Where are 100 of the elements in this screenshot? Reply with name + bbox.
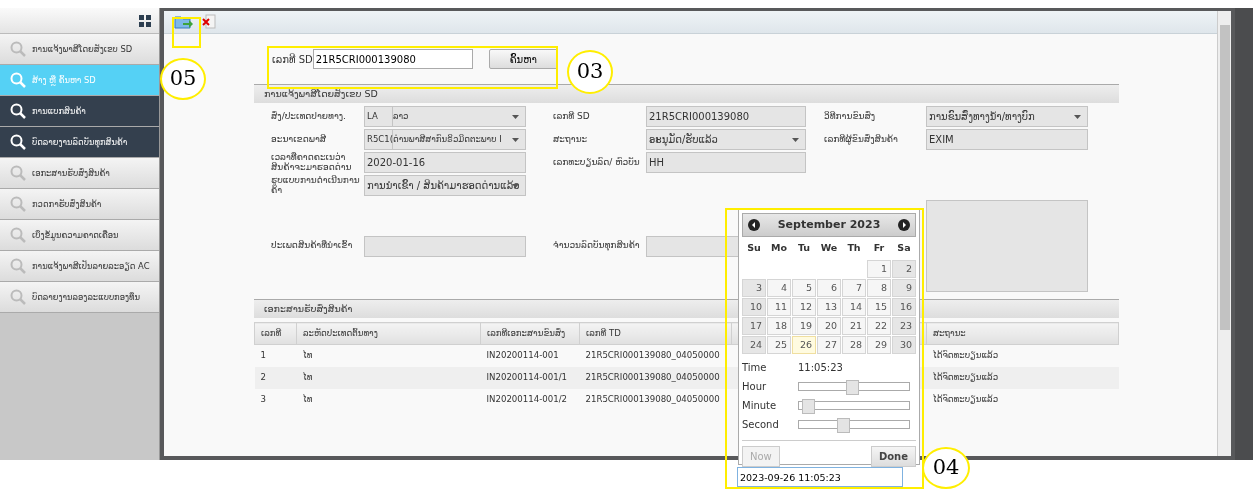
input-field[interactable]: 21R5CRI000139080 xyxy=(646,106,806,127)
field-label: ວິທີການຂົນສົ່ງ xyxy=(824,111,877,122)
slider-thumb[interactable] xyxy=(837,418,850,433)
slider-thumb[interactable] xyxy=(801,399,815,414)
table-cell: ໄທ xyxy=(296,388,481,411)
sidebar-item[interactable]: ກວດກາຮັບສົ່ງສິນຄ້າ xyxy=(0,189,159,220)
next-icon[interactable] xyxy=(898,219,910,231)
select-field[interactable]: ການນຳເຂົ້າ / ສິນຄ້າມາຮອດດ່ານແລ້ວ xyxy=(364,175,526,196)
day-cell[interactable]: 5 xyxy=(792,279,816,297)
search-icon xyxy=(10,227,26,243)
day-cell[interactable]: 4 xyxy=(767,279,791,297)
field-label: ສົ່ງ/ປະເທດປາຍທາງ. xyxy=(271,111,347,122)
select-field[interactable]: ອະນຸມັດ/ຮັບແລ້ວ xyxy=(646,129,806,150)
sidebar-item[interactable]: ການແຈ້ງພາສີໂດຍສັງເຂບ SD xyxy=(0,34,159,65)
day-cell[interactable]: 21 xyxy=(842,317,866,335)
search-icon xyxy=(10,134,26,150)
table-cell: IN20200114-001/2 xyxy=(480,388,580,411)
search-icon xyxy=(10,165,26,181)
column-header: ລະຫັດປະເທດຕົ້ນທາງ xyxy=(296,322,481,345)
day-cell[interactable]: 26 xyxy=(792,336,816,354)
weekday-label: Su xyxy=(746,241,762,255)
folder-arrow-icon[interactable] xyxy=(174,14,194,30)
day-cell[interactable]: 23 xyxy=(892,317,916,335)
date-input[interactable]: 2023-09-26 11:05:23 xyxy=(737,467,903,487)
sidebar-item[interactable]: ການແຈ້ງພາສີເປັນລາຍລະອຽດ AC xyxy=(0,251,159,282)
day-cell[interactable]: 30 xyxy=(892,336,916,354)
text-area[interactable] xyxy=(926,200,1088,292)
day-cell[interactable]: 29 xyxy=(867,336,891,354)
day-cell[interactable]: 11 xyxy=(767,298,791,316)
day-cell[interactable]: 2 xyxy=(892,260,916,278)
sidebar-item[interactable]: ບົດລາຍງານລອງລະແບບກອງທຶນ xyxy=(0,282,159,313)
day-cell[interactable]: 6 xyxy=(817,279,841,297)
search-icon xyxy=(10,289,26,305)
day-cell[interactable]: 19 xyxy=(792,317,816,335)
day-cell[interactable]: 8 xyxy=(867,279,891,297)
day-cell[interactable]: 9 xyxy=(892,279,916,297)
sidebar-item[interactable]: ບົດລາຍງານລົດບັນທຸກສິນຄ້າ xyxy=(0,127,159,158)
column-header: ເລກທີ xyxy=(254,322,297,345)
input-field[interactable] xyxy=(364,235,526,257)
day-cell[interactable]: 13 xyxy=(817,298,841,316)
day-cell[interactable]: 10 xyxy=(742,298,766,316)
day-cell[interactable]: 7 xyxy=(842,279,866,297)
table-cell: 21R5CRI000139080_04050000 xyxy=(579,388,732,411)
field-label: ເລກທີຜູ້ຂົນສົ່ງສິນຄ້າ xyxy=(824,134,899,145)
search-field[interactable]: 21R5CRI000139080 xyxy=(312,49,473,69)
table-cell: 2 xyxy=(254,366,297,389)
caret-icon xyxy=(1074,115,1081,119)
input-field[interactable]: EXIM xyxy=(926,129,1088,150)
search-icon xyxy=(10,72,26,88)
search-icon xyxy=(10,103,26,119)
day-cell[interactable]: 24 xyxy=(742,336,766,354)
day-cell[interactable]: 14 xyxy=(842,298,866,316)
day-cell[interactable]: 3 xyxy=(742,279,766,297)
table-cell: IN20200114-001 xyxy=(480,344,580,367)
day-cell[interactable]: 15 xyxy=(867,298,891,316)
delete-icon[interactable] xyxy=(202,14,216,30)
field-label: ເລກທີ SD xyxy=(272,52,313,67)
field-label: ເວລາທີ່ຄາດຄະເນວ່າສິນຄ້າຈະມາຮອດດ່ານ xyxy=(271,153,353,172)
prev-icon[interactable] xyxy=(748,219,760,231)
weekday-label: Mo xyxy=(770,241,788,255)
day-cell[interactable]: 20 xyxy=(817,317,841,335)
field-label: ເລກທີ SD xyxy=(553,111,591,122)
scrollbar-thumb[interactable] xyxy=(1219,25,1230,330)
select-field[interactable]: LA ລາວ xyxy=(364,106,526,127)
day-cell[interactable]: 28 xyxy=(842,336,866,354)
day-cell[interactable]: 18 xyxy=(767,317,791,335)
weekday-label: Fr xyxy=(872,241,886,255)
done-button[interactable]: Done xyxy=(870,446,916,467)
weekday-label: We xyxy=(819,241,839,255)
day-cell[interactable]: 17 xyxy=(742,317,766,335)
day-cell[interactable]: 25 xyxy=(767,336,791,354)
field-label: ເລກທະບຽນລົດ/ ຫົວບັນ xyxy=(553,157,641,168)
grid-icon[interactable] xyxy=(139,14,151,27)
day-cell[interactable]: 1 xyxy=(867,260,891,278)
time-label: Time xyxy=(742,361,768,375)
day-cell[interactable]: 12 xyxy=(792,298,816,316)
sidebar-item[interactable]: ເອກະສານຮັບສົ່ງສິນຄ້າ xyxy=(0,158,159,189)
table-cell: ໄດ້ຈົດທະບຽນແລ້ວ xyxy=(926,366,1119,389)
table-cell: 3 xyxy=(254,388,297,411)
input-field[interactable]: HH xyxy=(646,152,806,173)
weekday-label: Sa xyxy=(896,241,912,255)
day-cell[interactable]: 22 xyxy=(867,317,891,335)
table-cell: IN20200114-001/1 xyxy=(480,366,580,389)
input-field[interactable]: 2020-01-16 xyxy=(364,152,526,173)
sidebar-item[interactable]: ການແບກສິນຄ້າ xyxy=(0,96,159,127)
select-field[interactable]: ການຂົນສົ່ງທາງນ້ຳ/ທາງບົກ xyxy=(926,106,1088,127)
table-cell: 1 xyxy=(254,344,297,367)
table-cell: 21R5CRI000139080_04050000 xyxy=(579,366,732,389)
day-cell[interactable]: 16 xyxy=(892,298,916,316)
column-header: ສະຖານະ xyxy=(926,322,1119,345)
day-cell[interactable]: 27 xyxy=(817,336,841,354)
field-label: ຈຳນວນລົດບັນທຸກສິນຄ້າ xyxy=(553,241,641,251)
caret-icon xyxy=(512,115,519,119)
search-icon xyxy=(10,258,26,274)
table-cell: ໄດ້ຈົດທະບຽນແລ້ວ xyxy=(926,388,1119,411)
sidebar-item[interactable]: ເບິ່ງຂໍ້ມູນຄວາມຄາດເຄື່ອນ xyxy=(0,220,159,251)
select-field[interactable]: R5C1(ດ່ານພາສີສາກົນຣິວມິດຕະພາບ I xyxy=(364,129,526,150)
search-button[interactable]: ຄົ້ນຫາ xyxy=(488,49,558,69)
slider-label: Second xyxy=(742,418,780,432)
slider-thumb[interactable] xyxy=(845,380,859,395)
